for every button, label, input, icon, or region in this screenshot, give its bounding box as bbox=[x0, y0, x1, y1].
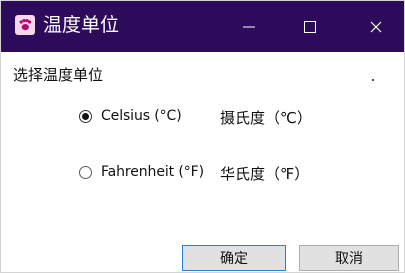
minimize-icon bbox=[242, 20, 256, 34]
window-title: 温度单位 bbox=[43, 14, 120, 36]
title-bar[interactable]: 温度单位 bbox=[1, 1, 404, 52]
celsius-label[interactable]: Celsius (°C) bbox=[101, 108, 182, 124]
dialog-content: 选择温度单位 Celsius (°C) 摄氏度（℃） Fahrenheit (°… bbox=[1, 52, 404, 272]
paw-icon bbox=[15, 15, 35, 35]
divider-dot bbox=[372, 79, 374, 81]
radio-celsius[interactable] bbox=[79, 109, 92, 123]
ok-button[interactable]: 确定 bbox=[182, 245, 286, 271]
dialog-window: 温度单位 选择温度单位 Celsius (°C) 摄氏度（℃） Fahrenhe… bbox=[0, 0, 405, 273]
close-icon bbox=[369, 20, 383, 34]
fahrenheit-option[interactable]: Fahrenheit (°F) bbox=[79, 161, 204, 183]
celsius-cn-label: 摄氏度（℃） bbox=[220, 109, 312, 127]
radio-fahrenheit[interactable] bbox=[79, 165, 92, 179]
maximize-button[interactable] bbox=[280, 1, 340, 52]
section-label: 选择温度单位 bbox=[13, 66, 104, 84]
fahrenheit-cn-label: 华氏度（℉） bbox=[220, 165, 310, 183]
minimize-button[interactable] bbox=[219, 1, 279, 52]
close-button[interactable] bbox=[346, 1, 404, 52]
maximize-icon bbox=[303, 20, 317, 34]
cancel-button[interactable]: 取消 bbox=[299, 245, 399, 271]
celsius-option[interactable]: Celsius (°C) bbox=[79, 105, 182, 127]
fahrenheit-label[interactable]: Fahrenheit (°F) bbox=[101, 164, 204, 180]
